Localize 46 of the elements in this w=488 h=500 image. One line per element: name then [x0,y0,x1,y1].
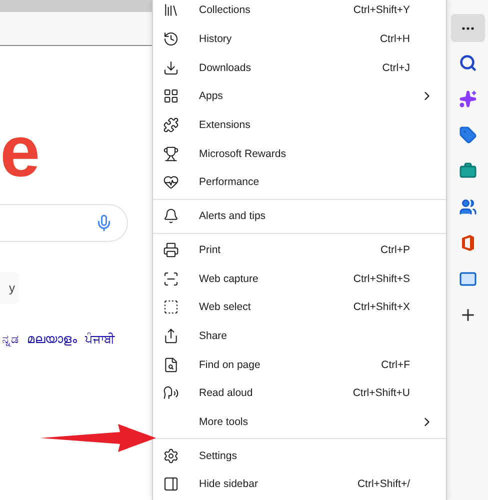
printer-icon [163,242,179,258]
settings-icon [163,448,179,464]
more-icon [462,26,474,30]
menu-item[interactable]: Apps [153,82,446,111]
speech-icon [163,385,179,402]
sparkle-icon[interactable] [458,90,476,108]
menu-item[interactable]: Collections Ctrl+Shift+Y [153,0,446,25]
microphone-icon[interactable] [95,214,113,232]
bell-icon [163,208,179,224]
language-link[interactable]: ਪੰਜਾਬੀ [85,332,115,346]
logo-letter: e [0,116,40,188]
dashed-square-icon [163,299,179,316]
menu-item[interactable]: Find on page Ctrl+F [153,350,446,379]
menu-item[interactable]: History Ctrl+H [153,24,446,54]
trophy-icon [163,146,179,162]
menu-item[interactable]: Read aloud Ctrl+Shift+U [153,378,446,408]
download-icon [163,60,179,76]
people-icon[interactable] [458,198,476,216]
sidebar-panel-icon [163,476,179,492]
find-page-icon [163,356,179,373]
menu-item[interactable]: Hide sidebar Ctrl+Shift+/ [153,470,446,499]
menu-item[interactable]: Web capture Ctrl+Shift+S [153,264,446,293]
apps-icon [163,88,179,104]
search-icon[interactable] [458,54,476,72]
history-icon [163,31,179,48]
share-icon [163,328,179,344]
search-field[interactable] [0,204,128,242]
menu-item[interactable]: Extensions [153,110,446,140]
menu-item[interactable]: Downloads Ctrl+J [153,53,446,82]
menu-item[interactable]: More tools [153,408,446,436]
language-link[interactable]: ನ್ನಡ [2,332,19,346]
search-button[interactable]: y [0,272,19,304]
menu-item[interactable]: Share [153,322,446,350]
menu-item[interactable]: Microsoft Rewards [153,139,446,168]
tag-icon[interactable] [458,126,476,144]
menu-item[interactable]: Settings [153,441,446,470]
capture-icon [163,270,179,287]
menu-item[interactable]: Alerts and tips [153,202,446,230]
menu-item[interactable]: Performance [153,168,446,197]
menu-item[interactable]: Print Ctrl+P [153,236,446,264]
heart-pulse-icon [163,174,179,190]
language-link[interactable]: മലയാളം [27,332,77,346]
puzzle-icon [163,117,179,134]
menu-item[interactable]: Web select Ctrl+Shift+X [153,292,446,322]
office-icon[interactable] [460,234,476,252]
toolbox-icon[interactable] [458,162,476,180]
